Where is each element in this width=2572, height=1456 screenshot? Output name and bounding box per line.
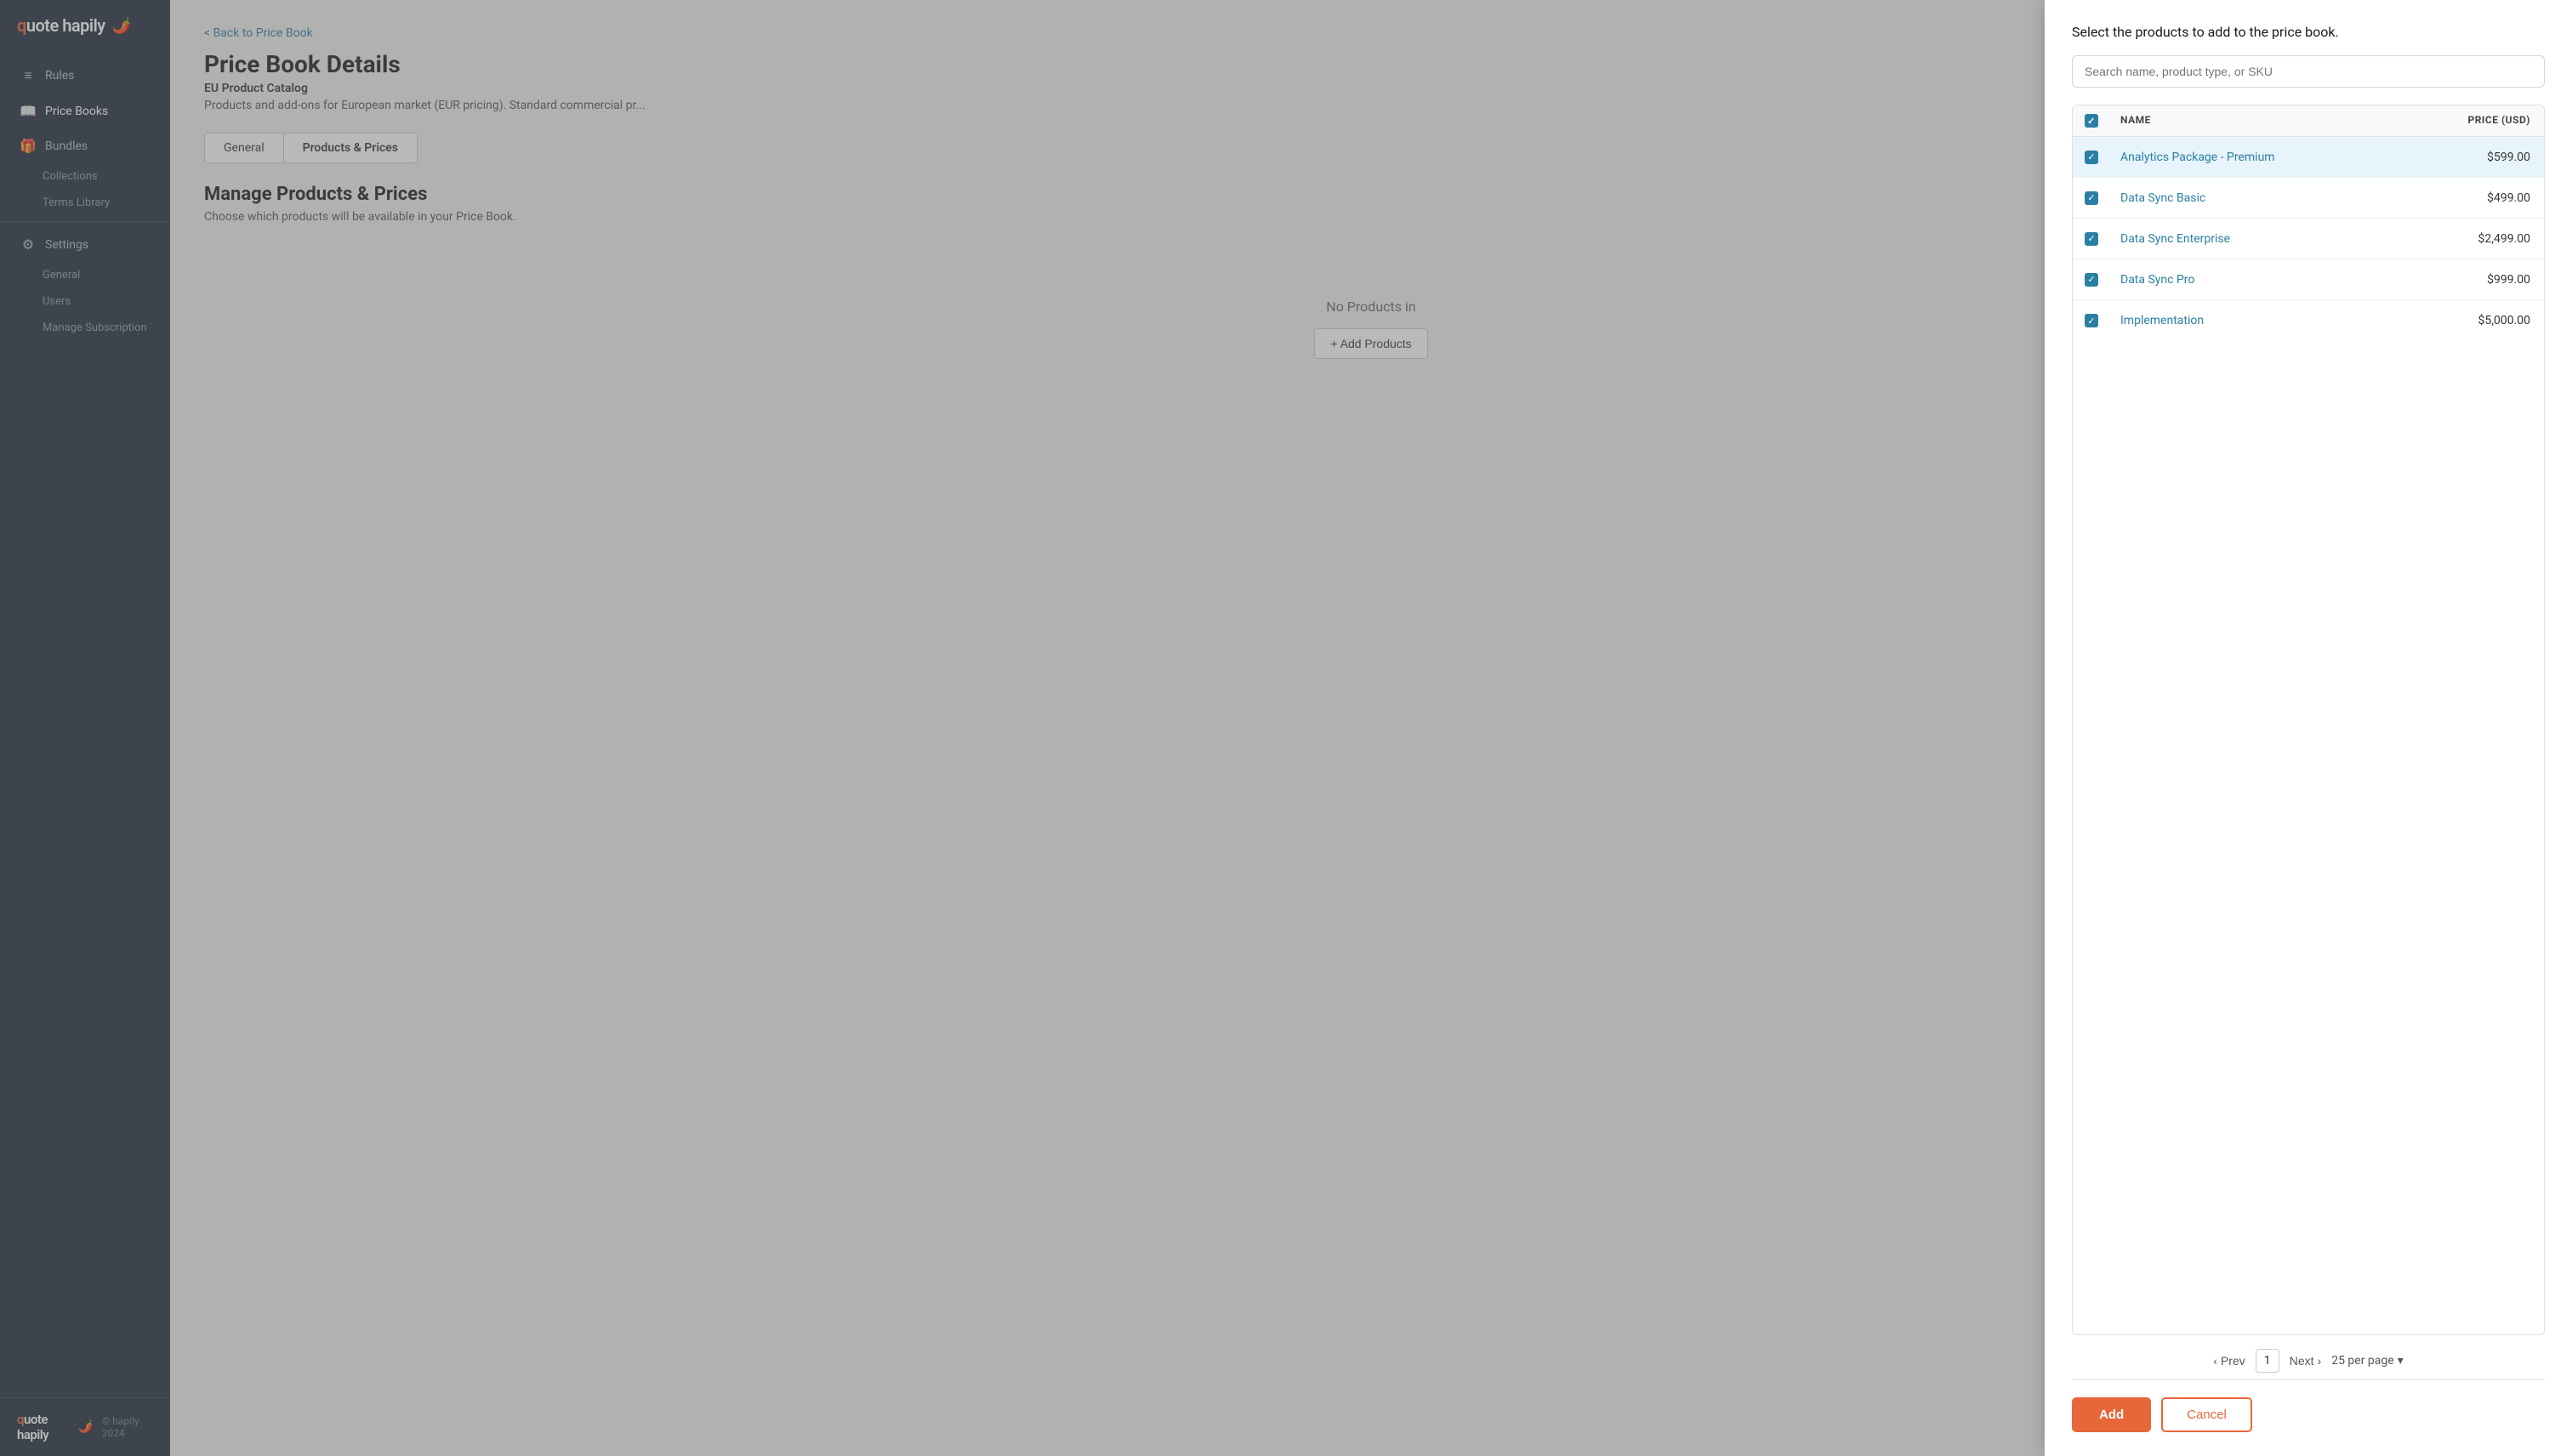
select-all-checkbox[interactable] (2085, 114, 2098, 128)
prev-chevron-icon: ‹ (2213, 1354, 2217, 1368)
header-price: PRICE (USD) (2425, 114, 2544, 128)
modal-footer: Add Cancel (2072, 1379, 2545, 1432)
table-row: Data Sync Pro $999.00 (2073, 259, 2544, 300)
cancel-button[interactable]: Cancel (2161, 1397, 2252, 1432)
table-row: Analytics Package - Premium $599.00 (2073, 137, 2544, 178)
table-row: Implementation $5,000.00 (2073, 300, 2544, 341)
page-number[interactable]: 1 (2256, 1349, 2279, 1373)
product-price: $2,499.00 (2425, 232, 2544, 246)
product-name: Data Sync Enterprise (2110, 232, 2425, 246)
per-page-chevron-icon: ▾ (2398, 1354, 2404, 1368)
products-table: NAME PRICE (USD) Analytics Package - Pre… (2072, 105, 2545, 1335)
product-name: Data Sync Pro (2110, 273, 2425, 287)
prev-button[interactable]: ‹ Prev (2213, 1354, 2245, 1368)
search-wrap (2072, 55, 2545, 88)
next-chevron-icon: › (2318, 1354, 2322, 1368)
product-price: $599.00 (2425, 151, 2544, 164)
modal-panel: Select the products to add to the price … (2045, 0, 2572, 1456)
row-check[interactable] (2073, 191, 2110, 205)
modal-title: Select the products to add to the price … (2072, 24, 2545, 40)
row-check[interactable] (2073, 273, 2110, 287)
row-checkbox[interactable] (2085, 151, 2098, 164)
prev-label: Prev (2221, 1354, 2245, 1368)
table-row: Data Sync Basic $499.00 (2073, 178, 2544, 219)
product-name: Analytics Package - Premium (2110, 151, 2425, 164)
row-checkbox[interactable] (2085, 273, 2098, 287)
next-label: Next (2290, 1354, 2314, 1368)
row-checkbox[interactable] (2085, 314, 2098, 327)
pagination: ‹ Prev 1 Next › 25 per page ▾ (2072, 1335, 2545, 1379)
product-name: Data Sync Basic (2110, 191, 2425, 205)
search-input[interactable] (2072, 55, 2545, 88)
per-page-label: 25 per page (2331, 1354, 2393, 1368)
product-name: Implementation (2110, 314, 2425, 327)
row-check[interactable] (2073, 232, 2110, 246)
row-checkbox[interactable] (2085, 232, 2098, 246)
row-check[interactable] (2073, 314, 2110, 327)
row-checkbox[interactable] (2085, 191, 2098, 205)
table-body: Analytics Package - Premium $599.00 Data… (2073, 137, 2544, 1334)
product-price: $999.00 (2425, 273, 2544, 287)
add-button[interactable]: Add (2072, 1397, 2151, 1432)
next-button[interactable]: Next › (2290, 1354, 2321, 1368)
table-header: NAME PRICE (USD) (2073, 105, 2544, 137)
row-check[interactable] (2073, 151, 2110, 164)
product-price: $499.00 (2425, 191, 2544, 205)
table-row: Data Sync Enterprise $2,499.00 (2073, 219, 2544, 259)
product-price: $5,000.00 (2425, 314, 2544, 327)
header-check (2073, 114, 2110, 128)
header-name: NAME (2110, 114, 2425, 128)
per-page-selector[interactable]: 25 per page ▾ (2331, 1354, 2404, 1368)
